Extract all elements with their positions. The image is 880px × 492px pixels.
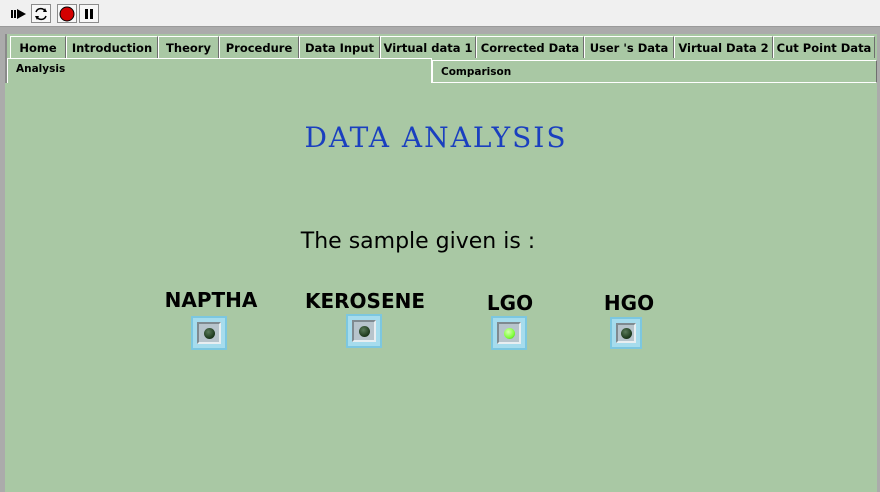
naptha-led — [191, 316, 227, 350]
tab-users-data[interactable]: User 's Data — [584, 36, 674, 58]
tab-introduction[interactable]: Introduction — [66, 36, 158, 58]
kerosene-label: KEROSENE — [304, 289, 426, 313]
run-continuously-button[interactable] — [31, 4, 51, 23]
tab-data-input[interactable]: Data Input — [299, 36, 380, 58]
tab-comparison[interactable]: Comparison — [432, 60, 877, 83]
pause-button[interactable] — [79, 4, 99, 23]
naptha-label: NAPTHA — [164, 288, 258, 312]
hgo-led-lamp — [620, 327, 632, 339]
run-button[interactable] — [9, 4, 29, 23]
run-continuously-icon — [35, 7, 47, 20]
abort-icon — [59, 6, 75, 21]
naptha-led-lamp — [203, 327, 215, 339]
tab-virtual-data-1[interactable]: Virtual data 1 — [380, 36, 476, 58]
tab-corrected-data[interactable]: Corrected Data — [476, 36, 584, 58]
tab-theory[interactable]: Theory — [158, 36, 219, 58]
pause-icon — [85, 8, 93, 19]
tab-procedure[interactable]: Procedure — [219, 36, 299, 58]
abort-button[interactable] — [57, 4, 77, 23]
toolbar — [0, 0, 880, 27]
tab-home[interactable]: Home — [10, 36, 66, 58]
tab-analysis[interactable]: Analysis — [7, 58, 432, 85]
tab-cut-point-data[interactable]: Cut Point Data — [773, 36, 875, 58]
tab-virtual-data-2[interactable]: Virtual Data 2 — [674, 36, 773, 58]
kerosene-led-lamp — [358, 325, 370, 337]
lgo-led-lamp — [503, 327, 515, 339]
hgo-label: HGO — [603, 291, 655, 315]
kerosene-led — [346, 314, 382, 348]
lgo-led — [491, 316, 527, 350]
hgo-led — [610, 317, 642, 349]
page-title: DATA ANALYSIS — [304, 121, 568, 154]
sample-prompt: The sample given is : — [300, 229, 536, 254]
run-arrow-icon — [11, 8, 26, 19]
